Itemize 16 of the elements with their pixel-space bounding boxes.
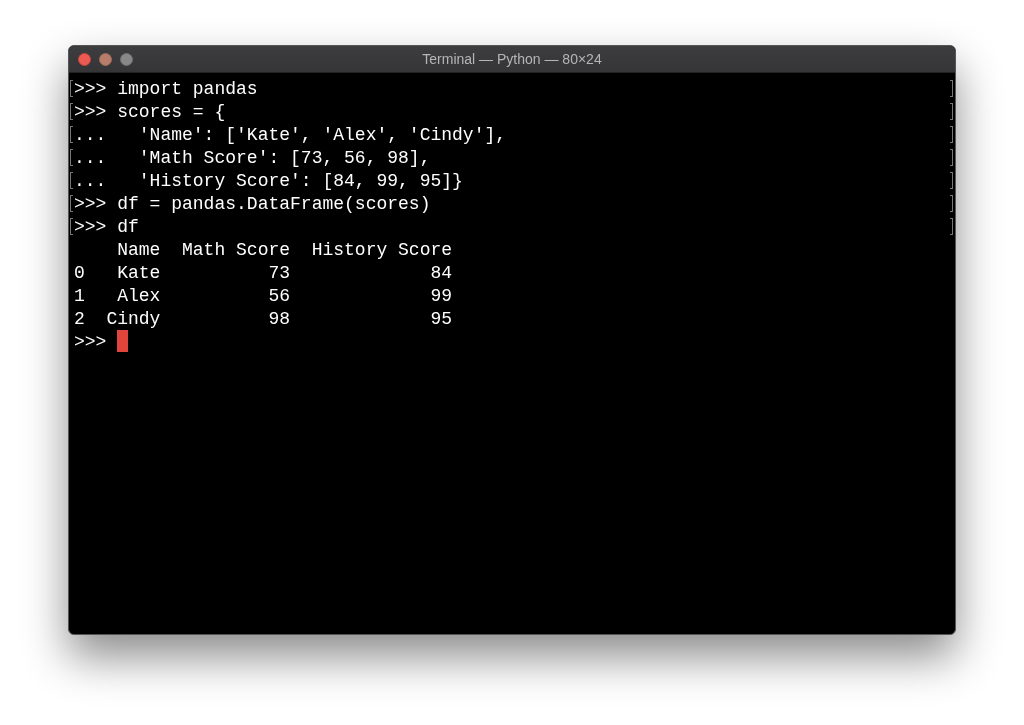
terminal-line: 1 Alex 56 99 bbox=[74, 286, 453, 306]
terminal-line: >>> df = pandas.DataFrame(scores) bbox=[74, 194, 431, 214]
terminal-line: 0 Kate 73 84 bbox=[74, 263, 453, 283]
minimize-button[interactable] bbox=[99, 53, 112, 66]
terminal-line: >>> scores = { bbox=[74, 102, 226, 122]
terminal-line: ... 'Name': ['Kate', 'Alex', 'Cindy'], bbox=[74, 125, 507, 145]
terminal-line: ... 'History Score': [84, 99, 95]} bbox=[74, 171, 463, 191]
window-title: Terminal — Python — 80×24 bbox=[422, 50, 602, 69]
terminal-line: >>> import pandas bbox=[74, 79, 258, 99]
zoom-button[interactable] bbox=[120, 53, 133, 66]
terminal-line: ... 'Math Score': [73, 56, 98], bbox=[74, 148, 431, 168]
terminal-line: Name Math Score History Score bbox=[116, 240, 453, 260]
terminal-line: >>> df bbox=[74, 217, 139, 237]
terminal-line: 2 Cindy 98 95 bbox=[74, 309, 453, 329]
close-button[interactable] bbox=[78, 53, 91, 66]
terminal-line: >>> bbox=[74, 332, 108, 352]
